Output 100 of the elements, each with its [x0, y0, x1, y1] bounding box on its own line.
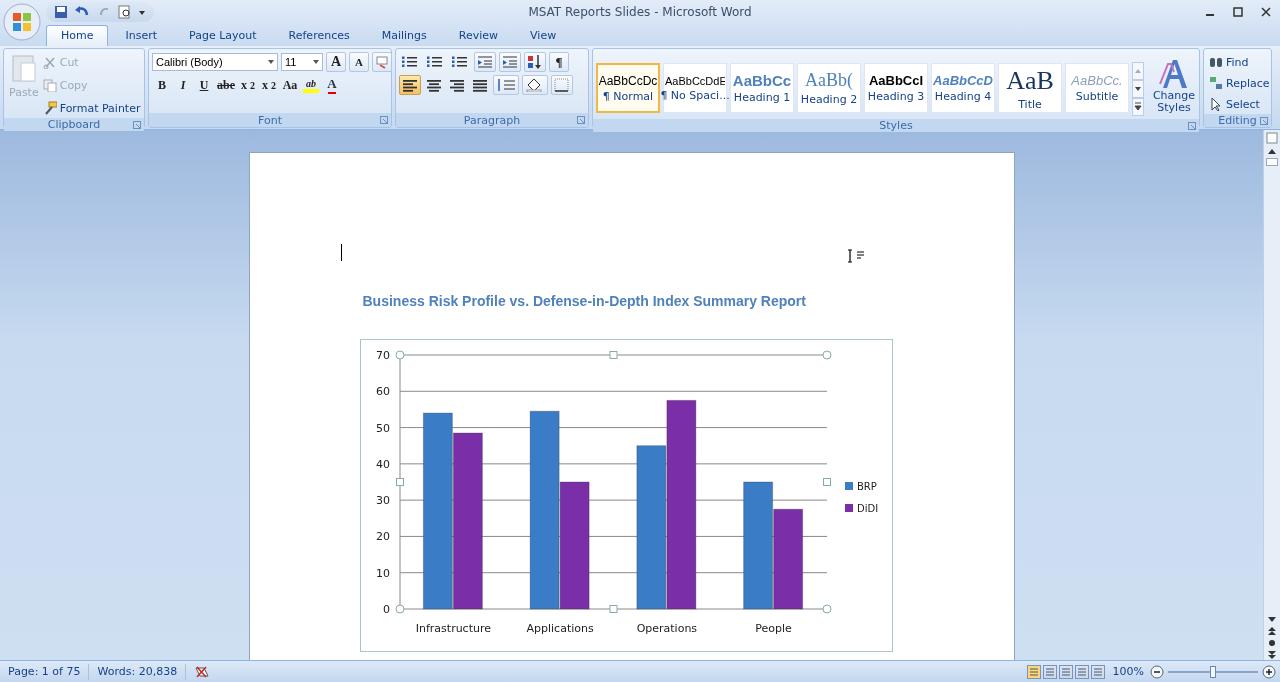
axis-tick-label: 60	[375, 385, 390, 399]
style-option[interactable]: AaBbCcD Heading 4	[931, 63, 995, 113]
text-cursor	[340, 244, 342, 262]
letter-a-icon	[1159, 58, 1189, 90]
ribbon-tab[interactable]: View	[515, 25, 572, 46]
zoom-out-icon[interactable]	[1150, 664, 1164, 679]
borders-button[interactable]	[551, 75, 573, 95]
list-numbers-icon	[426, 55, 444, 69]
sort-button[interactable]	[524, 52, 546, 72]
style-option[interactable]: AaBbCc Heading 1	[730, 63, 794, 113]
line-spacing-button[interactable]	[493, 75, 519, 95]
list-levels-icon	[451, 55, 469, 69]
ribbon-tab[interactable]: References	[273, 25, 365, 46]
axis-tick-label: 20	[375, 530, 390, 544]
binoculars-icon	[1209, 55, 1223, 69]
ribbon-tab[interactable]: Mailings	[366, 25, 442, 46]
style-option[interactable]: AaBbCcDc ¶ Normal	[596, 63, 660, 113]
axis-tick-label: 50	[375, 421, 390, 435]
ribbon-tab[interactable]: Review	[443, 25, 514, 46]
zoom-in-icon[interactable]	[1262, 664, 1276, 679]
style-option[interactable]: AaB Title	[998, 63, 1062, 113]
align-left-button[interactable]	[399, 75, 421, 95]
font-color-button[interactable]: A	[322, 75, 342, 95]
axis-tick-label: 0	[382, 603, 390, 617]
ribbon-tab[interactable]: Page Layout	[174, 25, 272, 46]
group-label: Clipboard	[47, 118, 101, 131]
highlight-bar-icon	[303, 88, 319, 93]
shrink-font-button[interactable]: A	[349, 52, 369, 72]
scroll-thumb[interactable]	[1266, 158, 1278, 167]
select-button[interactable]: Select	[1207, 94, 1272, 114]
legend-label: BRP	[856, 481, 877, 493]
save-icon[interactable]	[54, 5, 68, 19]
axis-tick-label: 70	[375, 349, 390, 363]
category-label: People	[754, 622, 792, 636]
ribbon-tab[interactable]: Home	[46, 25, 109, 46]
category-label: Operations	[636, 622, 697, 636]
office-button[interactable]	[3, 3, 41, 41]
highlight-button[interactable]: ab	[301, 75, 321, 95]
proofing-icon[interactable]	[194, 664, 211, 679]
window-title: MSAT Reports Slides - Microsoft Word	[527, 5, 753, 19]
clipboard-icon	[10, 53, 37, 83]
legend-label: DiDI	[856, 503, 878, 515]
indent-icon	[502, 55, 518, 69]
align-icon	[449, 78, 465, 92]
replace-button[interactable]: Replace	[1207, 73, 1272, 93]
align-icon	[402, 78, 418, 92]
ribbon-tab[interactable]: Insert	[110, 25, 173, 46]
axis-tick-label: 30	[375, 494, 390, 508]
ruler-toggle-icon[interactable]	[1266, 132, 1278, 145]
find-button[interactable]: Find	[1207, 52, 1272, 72]
group-label: Paragraph	[463, 113, 521, 127]
align-icon	[472, 78, 488, 92]
close-icon[interactable]	[1261, 7, 1271, 17]
change-styles-button[interactable]: Change Styles	[1148, 57, 1200, 119]
paint-bucket-icon	[525, 78, 545, 92]
replace-icon	[1209, 76, 1223, 90]
category-label: Applications	[526, 622, 594, 636]
group-label: Editing	[1218, 114, 1257, 127]
italic-button[interactable]: I	[173, 75, 193, 95]
axis-tick-label: 10	[375, 566, 390, 580]
slider-thumb[interactable]	[1210, 665, 1216, 678]
sort-icon	[527, 54, 543, 70]
word-count: Words: 20,838	[89, 663, 187, 680]
dropdown-icon	[268, 60, 274, 64]
font-size-field[interactable]: 11	[281, 53, 323, 71]
list-bullets-icon	[401, 55, 419, 69]
indent-icon	[477, 55, 493, 69]
show-formatting-button[interactable]: ¶	[549, 52, 569, 72]
align-icon	[426, 78, 442, 92]
style-option[interactable]: AaBbCcI Heading 3	[864, 63, 928, 113]
line-spacing-icon	[496, 78, 516, 92]
report-heading: Business Risk Profile vs. Defense-in-Depth Index Summary Report	[362, 293, 806, 310]
category-label: Infrastructure	[415, 622, 491, 636]
i-beam-cursor-icon	[846, 249, 865, 264]
underline-button[interactable]: U	[194, 75, 214, 95]
eraser-icon	[375, 55, 389, 69]
axis-tick-label: 40	[375, 458, 390, 472]
scissors-icon	[42, 55, 57, 69]
change-case-button[interactable]: Aa	[280, 75, 300, 95]
previous-page-icon[interactable]	[1266, 626, 1278, 637]
page-count: Page: 1 of 75	[0, 663, 90, 680]
strikethrough-button[interactable]: abe	[215, 75, 237, 95]
paintbrush-icon	[42, 101, 57, 115]
style-option[interactable]: AaBbCc. Subtitle	[1065, 63, 1129, 113]
cursor-icon	[1209, 97, 1223, 111]
copy-icon	[42, 78, 57, 92]
bold-button[interactable]: B	[152, 75, 172, 95]
shading-button[interactable]	[522, 75, 548, 95]
maximize-icon[interactable]	[1233, 7, 1243, 17]
grow-font-button[interactable]: A	[326, 52, 346, 72]
borders-icon	[554, 78, 570, 92]
selection-handles[interactable]	[394, 350, 832, 615]
gallery-scroll-drawing[interactable]	[1132, 62, 1144, 116]
select-browse-object-icon[interactable]	[1266, 638, 1278, 649]
style-option[interactable]: AaBb( Heading 2	[797, 63, 861, 113]
dropdown-icon	[313, 60, 319, 64]
print-preview-icon[interactable]	[118, 5, 132, 19]
painter-button[interactable]: Format Painter	[40, 98, 143, 118]
zoom-level[interactable]: 100%	[1112, 665, 1144, 679]
font-name-field[interactable]: Calibri (Body)	[152, 53, 278, 71]
